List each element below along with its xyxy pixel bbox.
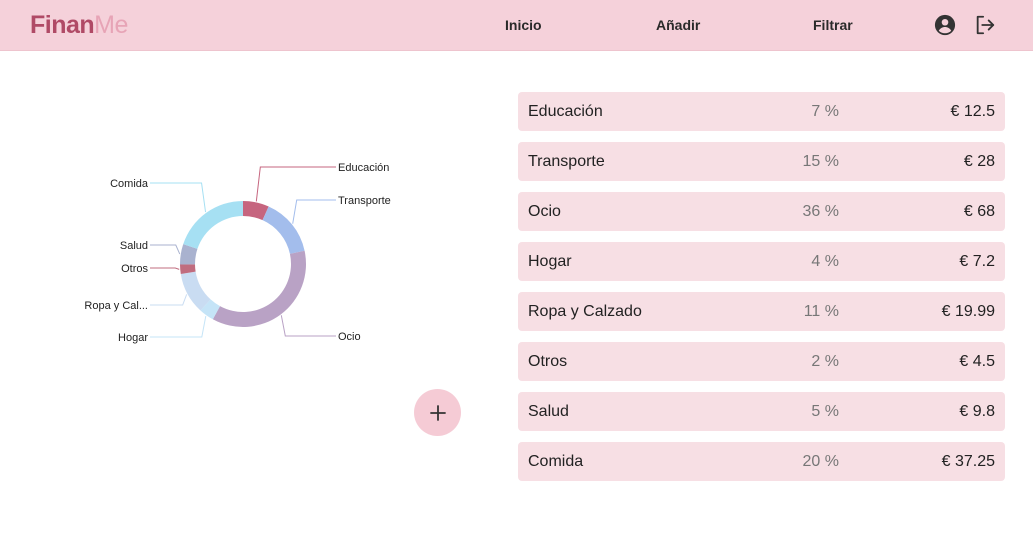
category-name: Salud — [528, 403, 569, 420]
leader-line — [150, 267, 180, 270]
slice-label: Ropa y Cal... — [84, 300, 148, 312]
category-row-transporte[interactable]: Transporte 15 % € 28 — [518, 142, 1005, 181]
nav-inicio[interactable]: Inicio — [505, 17, 542, 33]
category-name: Ropa y Calzado — [528, 303, 642, 320]
category-name: Transporte — [528, 153, 605, 170]
category-row-otros[interactable]: Otros 2 % € 4.5 — [518, 342, 1005, 381]
category-name: Comida — [528, 453, 584, 470]
category-name: Ocio — [528, 203, 561, 220]
nav-filtrar[interactable]: Filtrar — [813, 17, 853, 33]
leader-line — [255, 166, 336, 202]
slice-label: Salud — [120, 240, 148, 252]
category-row-salud[interactable]: Salud 5 % € 9.8 — [518, 392, 1005, 431]
leader-line — [150, 244, 181, 255]
category-name: Otros — [528, 353, 568, 370]
category-amount: € 19.99 — [941, 303, 995, 320]
category-amount: € 12.5 — [950, 103, 995, 120]
category-list: Educación 7 % € 12.5 Transporte 15 % € 2… — [518, 92, 1005, 492]
category-percent: 5 % — [811, 403, 839, 420]
category-percent: 11 % — [803, 303, 839, 320]
category-name: Hogar — [528, 253, 572, 270]
slice-label: Transporte — [338, 195, 391, 207]
category-percent: 36 % — [802, 203, 839, 220]
category-percent: 20 % — [802, 453, 839, 470]
slice-label: Otros — [121, 263, 148, 275]
category-name: Educación — [528, 103, 603, 120]
leader-line — [150, 315, 207, 338]
leader-line — [280, 315, 336, 337]
plus-icon — [429, 404, 446, 421]
category-amount: € 7.2 — [959, 253, 995, 270]
leader-line — [150, 294, 188, 306]
logout-icon[interactable] — [974, 14, 996, 36]
donut-slice[interactable] — [262, 206, 305, 254]
slice-label: Hogar — [118, 332, 148, 344]
leader-line — [292, 199, 336, 224]
slice-label: Educación — [338, 162, 389, 174]
category-amount: € 4.5 — [959, 353, 995, 370]
leader-line — [150, 182, 207, 213]
category-row-comida[interactable]: Comida 20 % € 37.25 — [518, 442, 1005, 481]
category-amount: € 9.8 — [959, 403, 995, 420]
category-percent: 15 % — [802, 153, 839, 170]
category-row-hogar[interactable]: Hogar 4 % € 7.2 — [518, 242, 1005, 281]
add-expense-button[interactable] — [414, 389, 461, 436]
nav-anadir[interactable]: Añadir — [656, 17, 700, 33]
category-row-educacion[interactable]: Educación 7 % € 12.5 — [518, 92, 1005, 131]
donut-slice[interactable] — [212, 250, 306, 328]
donut-chart: Educación Transporte Ocio Hogar Ropa y Cal..… — [84, 162, 391, 344]
category-row-ropa-y-calzado[interactable]: Ropa y Calzado 11 % € 19.99 — [518, 292, 1005, 331]
category-amount: € 28 — [963, 153, 995, 170]
category-percent: 7 % — [811, 103, 839, 120]
slice-label: Ocio — [338, 331, 361, 343]
category-amount: € 37.25 — [941, 453, 995, 470]
account-circle-icon[interactable] — [934, 14, 956, 36]
category-percent: 4 % — [811, 253, 839, 270]
category-row-ocio[interactable]: Ocio 36 % € 68 — [518, 192, 1005, 231]
category-amount: € 68 — [963, 203, 995, 220]
donut-slice[interactable] — [183, 201, 243, 249]
slice-label: Comida — [110, 178, 149, 190]
category-percent: 2 % — [811, 353, 839, 370]
